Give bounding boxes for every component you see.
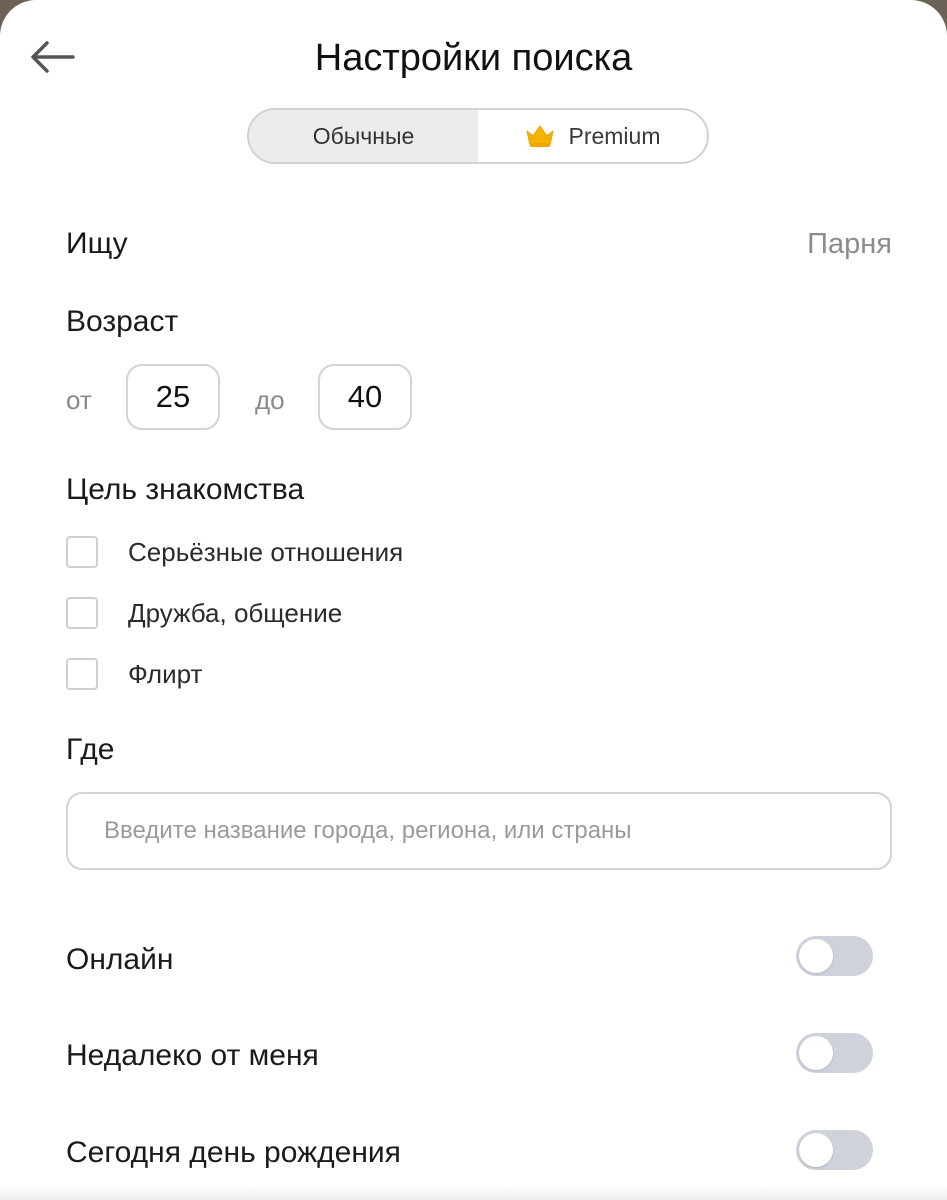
tab-regular[interactable]: Обычные (249, 110, 478, 162)
toggle-birthday-label: Сегодня день рождения (66, 1136, 401, 1169)
toggle-knob (799, 1133, 833, 1167)
search-settings-sheet: Настройки поиска Обычные Premium Ищу Пар… (0, 0, 947, 1200)
toggle-knob (799, 939, 833, 973)
tab-premium[interactable]: Premium (478, 110, 707, 162)
toggle-online[interactable] (796, 936, 873, 976)
purpose-option-friendship[interactable]: Дружба, общение (66, 593, 342, 633)
purpose-option-serious[interactable]: Серьёзные отношения (66, 532, 403, 572)
toggle-birthday[interactable] (796, 1130, 873, 1170)
crown-icon (524, 123, 556, 149)
mode-segmented-control: Обычные Premium (247, 108, 709, 164)
toggle-nearby[interactable] (796, 1033, 873, 1073)
age-from-input[interactable]: 25 (126, 364, 220, 430)
checkbox-friendship[interactable] (66, 597, 98, 629)
toggle-online-label: Онлайн (66, 943, 174, 976)
location-input[interactable] (66, 792, 892, 870)
checkbox-flirt[interactable] (66, 658, 98, 690)
seeking-value[interactable]: Парня (807, 224, 892, 264)
age-from-label: от (66, 385, 92, 415)
toggle-knob (799, 1036, 833, 1070)
purpose-option-label: Серьёзные отношения (128, 536, 404, 567)
purpose-label: Цель знакомства (66, 473, 305, 506)
location-label: Где (66, 733, 115, 766)
purpose-option-flirt[interactable]: Флирт (66, 654, 202, 694)
checkbox-serious[interactable] (66, 536, 98, 568)
page-title: Настройки поиска (314, 37, 633, 79)
age-to-input[interactable]: 40 (318, 364, 412, 430)
bottom-fade (0, 1186, 947, 1200)
toggle-nearby-label: Недалеко от меня (66, 1039, 319, 1072)
age-label: Возраст (66, 305, 179, 338)
purpose-option-label: Флирт (128, 658, 203, 689)
purpose-option-label: Дружба, общение (128, 597, 343, 628)
tab-regular-label: Обычные (312, 122, 415, 149)
tab-premium-label: Premium (568, 122, 661, 149)
age-to-label: до (255, 385, 285, 415)
seeking-label: Ищу (66, 227, 128, 260)
